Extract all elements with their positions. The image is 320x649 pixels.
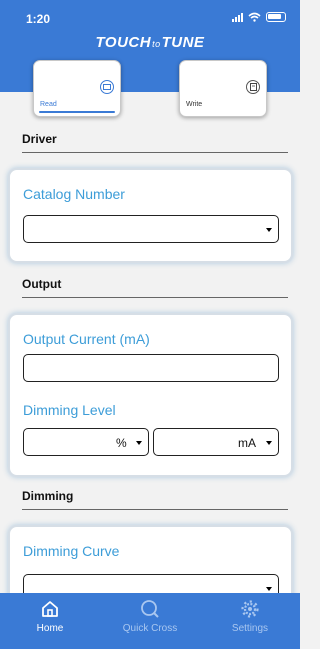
app-logo: TOUCHtoTUNE	[95, 34, 205, 51]
search-icon	[141, 600, 159, 618]
section-title-dimming: Dimming	[22, 489, 74, 503]
driver-panel: Catalog Number	[8, 168, 293, 263]
battery-icon	[266, 12, 286, 22]
chevron-down-icon	[266, 441, 272, 445]
read-mode-label: Read	[40, 101, 57, 108]
output-current-label: Output Current (mA)	[23, 331, 150, 347]
chevron-down-icon	[136, 441, 142, 445]
tab-home[interactable]: Home	[0, 593, 100, 649]
section-divider	[22, 152, 288, 153]
dimming-level-percent-select[interactable]: %	[23, 428, 149, 456]
cellular-signal-icon	[232, 12, 243, 22]
output-panel: Output Current (mA) Dimming Level % mA	[8, 313, 293, 477]
percent-unit: %	[116, 436, 127, 450]
tab-quick-cross[interactable]: Quick Cross	[100, 593, 200, 649]
wifi-icon	[248, 12, 261, 22]
catalog-number-select[interactable]	[23, 215, 279, 243]
home-icon	[42, 601, 58, 617]
gear-icon	[241, 600, 259, 618]
write-mode-label: Write	[186, 101, 203, 108]
tab-settings-label: Settings	[231, 623, 269, 634]
catalog-number-label: Catalog Number	[23, 186, 125, 202]
chevron-down-icon	[266, 228, 272, 232]
dimming-level-ma-select[interactable]: mA	[153, 428, 279, 456]
section-dimming: Dimming	[22, 489, 288, 510]
tab-quick-cross-label: Quick Cross	[122, 623, 178, 634]
section-output: Output	[22, 277, 288, 298]
tab-bar: Home Quick Cross Settings	[0, 593, 300, 649]
read-mode-active-indicator	[39, 111, 115, 113]
output-current-input[interactable]	[23, 354, 279, 382]
write-card-icon	[246, 80, 260, 94]
dimming-curve-label: Dimming Curve	[23, 543, 120, 559]
tab-home-label: Home	[36, 623, 64, 634]
section-title-driver: Driver	[22, 132, 57, 146]
dimming-level-label: Dimming Level	[23, 402, 116, 418]
status-time: 1:20	[26, 12, 51, 26]
section-driver: Driver	[22, 132, 288, 153]
tab-settings[interactable]: Settings	[200, 593, 300, 649]
section-title-output: Output	[22, 277, 62, 291]
status-icons	[232, 12, 286, 22]
read-mode-card[interactable]: Read	[33, 60, 121, 117]
write-mode-card[interactable]: Write	[179, 60, 267, 117]
status-bar: 1:20	[0, 10, 300, 26]
section-divider	[22, 509, 288, 510]
chevron-down-icon	[266, 587, 272, 591]
ma-unit: mA	[238, 436, 256, 450]
section-divider	[22, 297, 288, 298]
read-card-icon	[100, 80, 114, 94]
